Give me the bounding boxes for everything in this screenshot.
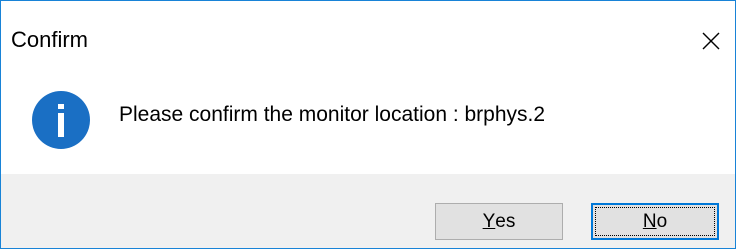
- info-icon: [32, 91, 90, 149]
- button-bar: Yes No: [1, 174, 735, 248]
- title-bar: Confirm: [1, 1, 735, 81]
- yes-label: es: [495, 210, 516, 232]
- yes-accelerator: Y: [482, 210, 496, 232]
- dialog-message: Please confirm the monitor location : br…: [119, 103, 546, 126]
- no-accelerator: N: [642, 210, 657, 232]
- no-label: o: [656, 210, 668, 232]
- dialog-title: Confirm: [11, 27, 89, 52]
- close-icon: [702, 32, 720, 50]
- yes-button[interactable]: Yes: [435, 203, 563, 240]
- close-button[interactable]: [687, 15, 735, 67]
- no-button[interactable]: No: [591, 203, 719, 240]
- dialog-content: Please confirm the monitor location : br…: [1, 81, 735, 174]
- confirm-dialog: Confirm Please confirm the monitor locat…: [0, 0, 736, 249]
